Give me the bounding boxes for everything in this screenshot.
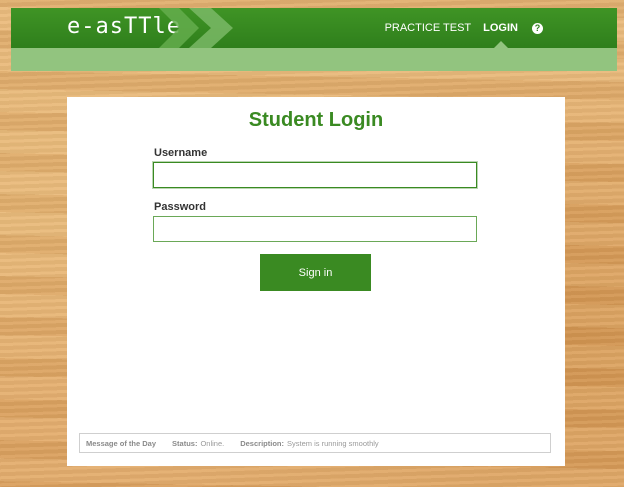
- main-nav: PRACTICE TEST LOGIN ?: [385, 8, 543, 49]
- username-label: Username: [154, 147, 208, 159]
- chevron-right-icon: [159, 8, 233, 48]
- username-input[interactable]: [153, 162, 477, 188]
- status-value: Online.: [200, 438, 225, 448]
- page-title: Student Login: [248, 109, 384, 131]
- description-value: System is running smoothly: [286, 438, 379, 448]
- description-label: Description:: [240, 438, 284, 448]
- sign-in-button[interactable]: Sign in: [260, 254, 371, 291]
- nav-login[interactable]: LOGIN: [483, 8, 518, 49]
- top-navigation-bar: e-asTTle PRACTICE TEST LOGIN ?: [11, 8, 617, 49]
- message-of-the-day: Message of the Day Status: Online. Descr…: [79, 433, 551, 453]
- nav-practice-test[interactable]: PRACTICE TEST: [385, 8, 472, 48]
- password-label: Password: [154, 201, 206, 213]
- help-icon[interactable]: ?: [532, 22, 543, 34]
- status-label: Status:: [172, 438, 198, 448]
- motd-label: Message of the Day: [86, 438, 157, 448]
- login-panel: Student Login Username Password Sign in …: [67, 97, 565, 466]
- sub-header-bar: [11, 48, 617, 71]
- password-input[interactable]: [153, 216, 477, 242]
